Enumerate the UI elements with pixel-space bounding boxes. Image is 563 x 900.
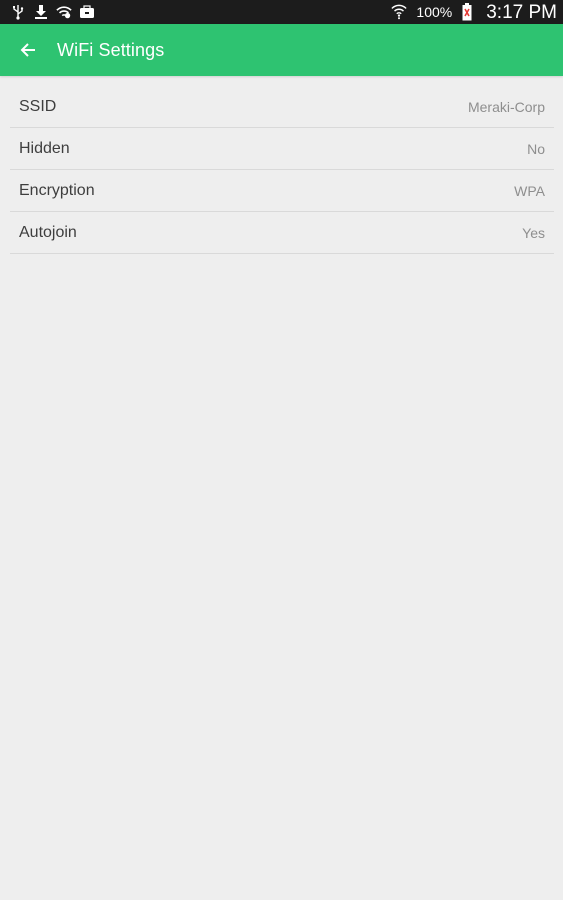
setting-value: Meraki-Corp — [467, 98, 545, 115]
page-title: WiFi Settings — [57, 39, 165, 60]
app-bar: WiFi Settings — [0, 24, 563, 76]
arrow-left-icon — [19, 41, 37, 59]
wifi-icon — [56, 4, 72, 20]
setting-row-encryption[interactable]: Encryption WPA — [10, 170, 554, 212]
wifi-signal-icon — [391, 4, 408, 20]
setting-label: Hidden — [19, 139, 70, 157]
battery-percentage: 100% — [416, 4, 453, 20]
setting-row-autojoin[interactable]: Autojoin Yes — [10, 212, 554, 254]
setting-row-hidden[interactable]: Hidden No — [10, 128, 554, 170]
battery-icon — [459, 3, 475, 21]
setting-value: Yes — [522, 224, 545, 241]
setting-label: Autojoin — [19, 223, 77, 241]
usb-icon — [10, 4, 26, 20]
status-bar-right: 100% 3:17 PM — [391, 3, 557, 22]
status-time: 3:17 PM — [486, 1, 557, 23]
status-bar-left — [10, 4, 95, 20]
setting-value: WPA — [514, 182, 545, 199]
download-icon — [33, 4, 49, 20]
status-bar: 100% 3:17 PM — [0, 0, 563, 24]
back-button[interactable] — [16, 38, 40, 62]
setting-value: No — [527, 140, 545, 157]
setting-label: Encryption — [19, 181, 95, 199]
briefcase-icon — [79, 4, 95, 20]
setting-row-ssid[interactable]: SSID Meraki-Corp — [10, 86, 554, 128]
setting-label: SSID — [19, 97, 57, 115]
settings-list: SSID Meraki-Corp Hidden No Encryption WP… — [10, 86, 554, 254]
